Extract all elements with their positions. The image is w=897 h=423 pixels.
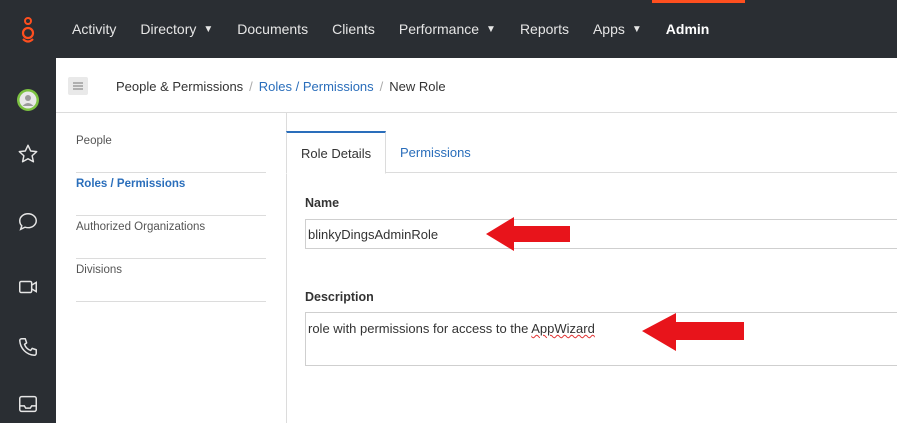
nav-directory[interactable]: Directory ▼: [128, 0, 225, 58]
name-value: blinkyDingsAdminRole: [308, 227, 439, 242]
nav-admin[interactable]: Admin: [651, 0, 745, 58]
nav-label: Documents: [237, 21, 309, 37]
star-icon[interactable]: [0, 143, 56, 165]
caret-down-icon: ▼: [486, 23, 496, 35]
breadcrumb-separator: /: [249, 79, 253, 94]
main-nav: Activity Directory ▼ Documents Clients Pe…: [60, 0, 745, 58]
nav-label: Activity: [72, 21, 117, 37]
nav-reports[interactable]: Reports: [508, 0, 581, 58]
top-navigation-bar: Activity Directory ▼ Documents Clients Pe…: [0, 0, 897, 58]
hamburger-icon[interactable]: [68, 77, 88, 95]
description-input[interactable]: role with permissions for access to the …: [305, 312, 897, 366]
genesys-logo-icon[interactable]: [0, 0, 56, 58]
nav-label: Reports: [519, 21, 569, 37]
annotation-arrow-icon: [642, 313, 744, 351]
nav-label: Performance: [398, 21, 480, 37]
caret-down-icon: ▼: [203, 23, 214, 35]
nav-apps[interactable]: Apps ▼: [581, 0, 654, 58]
breadcrumb-current: New Role: [389, 79, 446, 94]
video-icon[interactable]: [0, 276, 56, 298]
admin-side-menu: People Roles / Permissions Authorized Or…: [76, 130, 266, 302]
side-item-divisions[interactable]: Divisions: [76, 259, 266, 302]
breadcrumb-link-roles[interactable]: Roles / Permissions: [259, 79, 374, 94]
avatar-status-icon[interactable]: [0, 88, 56, 112]
inbox-icon[interactable]: [0, 393, 56, 415]
breadcrumb-root: People & Permissions: [116, 79, 244, 94]
caret-down-icon: ▼: [631, 23, 642, 35]
breadcrumb-separator: /: [379, 79, 384, 94]
nav-documents[interactable]: Documents: [225, 0, 320, 58]
phone-icon[interactable]: [0, 336, 56, 358]
nav-label: Directory: [140, 21, 197, 37]
name-label: Name: [305, 196, 340, 210]
nav-performance[interactable]: Performance ▼: [387, 0, 508, 58]
chat-icon[interactable]: [0, 211, 56, 233]
side-item-authorized-organizations[interactable]: Authorized Organizations: [76, 216, 266, 259]
tab-role-details[interactable]: Role Details: [286, 131, 387, 174]
breadcrumb-bar: People & Permissions / Roles / Permissions…: [56, 58, 897, 113]
nav-label: Admin: [665, 21, 710, 37]
left-rail: [0, 58, 56, 423]
name-input[interactable]: blinkyDingsAdminRole: [305, 219, 897, 249]
side-item-people[interactable]: People: [76, 130, 266, 173]
description-label: Description: [305, 290, 374, 304]
nav-activity[interactable]: Activity: [60, 0, 128, 58]
nav-label: Clients: [332, 21, 375, 37]
nav-clients[interactable]: Clients: [320, 0, 387, 58]
role-tabs: Role Details Permissions: [286, 131, 897, 174]
annotation-arrow-icon: [486, 217, 570, 251]
tab-permissions[interactable]: Permissions: [386, 131, 485, 173]
nav-label: Apps: [592, 21, 625, 37]
description-value: role with permissions for access to the: [308, 321, 532, 336]
breadcrumb: People & Permissions / Roles / Permissions…: [116, 79, 446, 94]
side-item-roles-permissions[interactable]: Roles / Permissions: [76, 173, 266, 216]
description-misspelled-word: AppWizard: [531, 321, 595, 336]
